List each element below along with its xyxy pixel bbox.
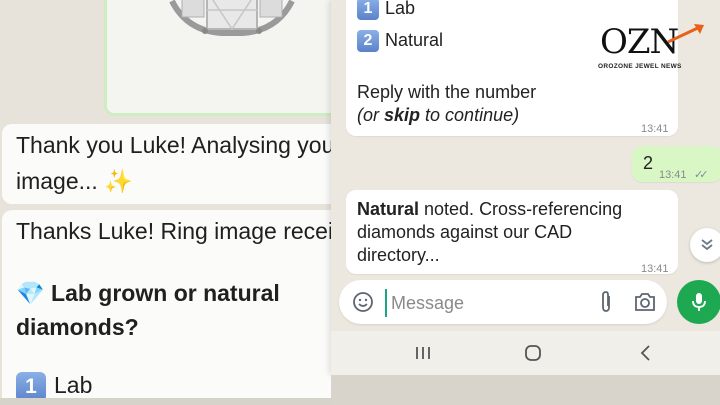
skip-keyword: skip bbox=[384, 105, 421, 125]
left-msg1-line2: image... ✨ bbox=[16, 164, 133, 198]
ring-image bbox=[169, 0, 295, 36]
reply-skip-hint: (or skip to continue) bbox=[357, 104, 519, 127]
read-ticks-icon: ✓✓ bbox=[694, 169, 709, 181]
option-lab-label: Lab bbox=[385, 0, 416, 18]
message-composer bbox=[339, 280, 667, 324]
android-nav-bar bbox=[331, 331, 720, 375]
left-question-text-1: Lab grown or natural bbox=[51, 280, 280, 306]
home-icon[interactable] bbox=[521, 343, 545, 363]
natural-keyword: Natural bbox=[357, 199, 420, 219]
voice-message-button[interactable] bbox=[677, 280, 720, 324]
left-option-lab-label: Lab bbox=[54, 372, 93, 398]
natural-line3: directory... bbox=[357, 245, 440, 265]
paperclip-icon[interactable] bbox=[596, 290, 616, 314]
left-option-lab: 1 Lab bbox=[16, 368, 92, 402]
message-input[interactable] bbox=[385, 289, 583, 317]
scroll-down-button[interactable] bbox=[690, 228, 720, 262]
ozn-logo: OZN OROZONE JEWEL NEWS bbox=[598, 22, 710, 74]
gem-icon: 💎 bbox=[16, 280, 45, 306]
recent-apps-icon[interactable] bbox=[411, 343, 435, 363]
natural-line1: Natural noted. Cross-referencing bbox=[357, 198, 622, 221]
double-chevron-down-icon bbox=[701, 239, 713, 251]
back-icon[interactable] bbox=[634, 343, 658, 363]
left-msg1-line1: Thank you Luke! Analysing you bbox=[16, 132, 335, 158]
reply-instruction: Reply with the number bbox=[357, 82, 537, 102]
logo-arrow-icon bbox=[667, 24, 704, 44]
left-msg2-question1: 💎 Lab grown or natural bbox=[16, 276, 280, 310]
camera-icon[interactable] bbox=[633, 291, 657, 313]
left-msg1-text: image... bbox=[16, 168, 98, 194]
user-reply-message: 2 13:41 ✓✓ bbox=[632, 146, 720, 182]
user-reply-text: 2 bbox=[643, 153, 654, 173]
ring-image-message[interactable] bbox=[104, 0, 350, 116]
emoji-icon[interactable] bbox=[351, 290, 375, 314]
left-question-text-2: diamonds? bbox=[16, 314, 139, 340]
user-reply-timestamp: 13:41 bbox=[659, 169, 687, 181]
skip-hint-post: to continue) bbox=[420, 105, 520, 125]
option-natural-label: Natural bbox=[385, 30, 444, 50]
natural-timestamp: 13:41 bbox=[641, 263, 669, 275]
skip-hint-pre: (or bbox=[357, 105, 384, 125]
microphone-icon bbox=[692, 293, 706, 311]
bot-natural-message: Natural noted. Cross-referencing diamond… bbox=[346, 190, 678, 275]
natural-line1-rest: noted. Cross-referencing bbox=[419, 199, 623, 219]
sparkles-icon: ✨ bbox=[104, 168, 133, 194]
left-msg2-line1: Thanks Luke! Ring image recei bbox=[16, 218, 334, 244]
natural-line2: diamonds against our CAD bbox=[357, 222, 573, 242]
keycap-one-icon: 1 bbox=[357, 0, 379, 21]
logo-tagline: OROZONE JEWEL NEWS bbox=[598, 63, 682, 70]
phone-bottom-edge bbox=[331, 375, 720, 405]
option-lab: 1 Lab bbox=[357, 0, 416, 21]
option-natural: 2 Natural bbox=[357, 29, 444, 53]
keycap-two-icon: 2 bbox=[357, 30, 379, 53]
message-timestamp: 13:41 bbox=[641, 123, 669, 135]
